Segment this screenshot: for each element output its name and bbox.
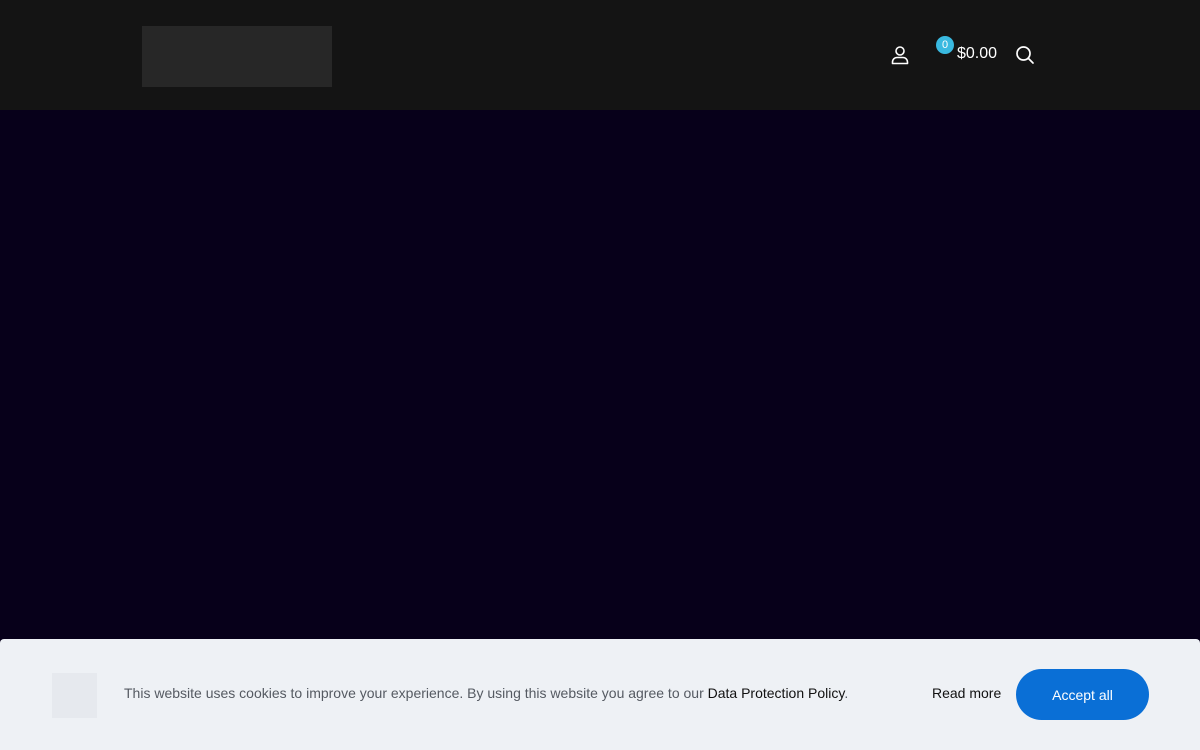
- site-header: 0 $0.00: [0, 0, 1200, 110]
- site-logo[interactable]: [142, 26, 332, 87]
- accept-all-button[interactable]: Accept all: [1016, 669, 1149, 720]
- cookie-image: [52, 673, 97, 718]
- cookie-message: This website uses cookies to improve you…: [124, 685, 848, 701]
- user-icon[interactable]: [889, 44, 911, 66]
- search-icon[interactable]: [1014, 44, 1036, 66]
- data-protection-policy-link[interactable]: Data Protection Policy: [708, 685, 845, 701]
- cookie-message-text: This website uses cookies to improve you…: [124, 685, 708, 701]
- cart-count-badge: 0: [936, 36, 954, 54]
- cookie-message-period: .: [844, 685, 849, 701]
- cart-total: $0.00: [957, 45, 998, 62]
- read-more-link[interactable]: Read more: [932, 685, 1001, 701]
- hero-section: [0, 110, 1200, 640]
- cookie-consent-banner: This website uses cookies to improve you…: [0, 639, 1200, 750]
